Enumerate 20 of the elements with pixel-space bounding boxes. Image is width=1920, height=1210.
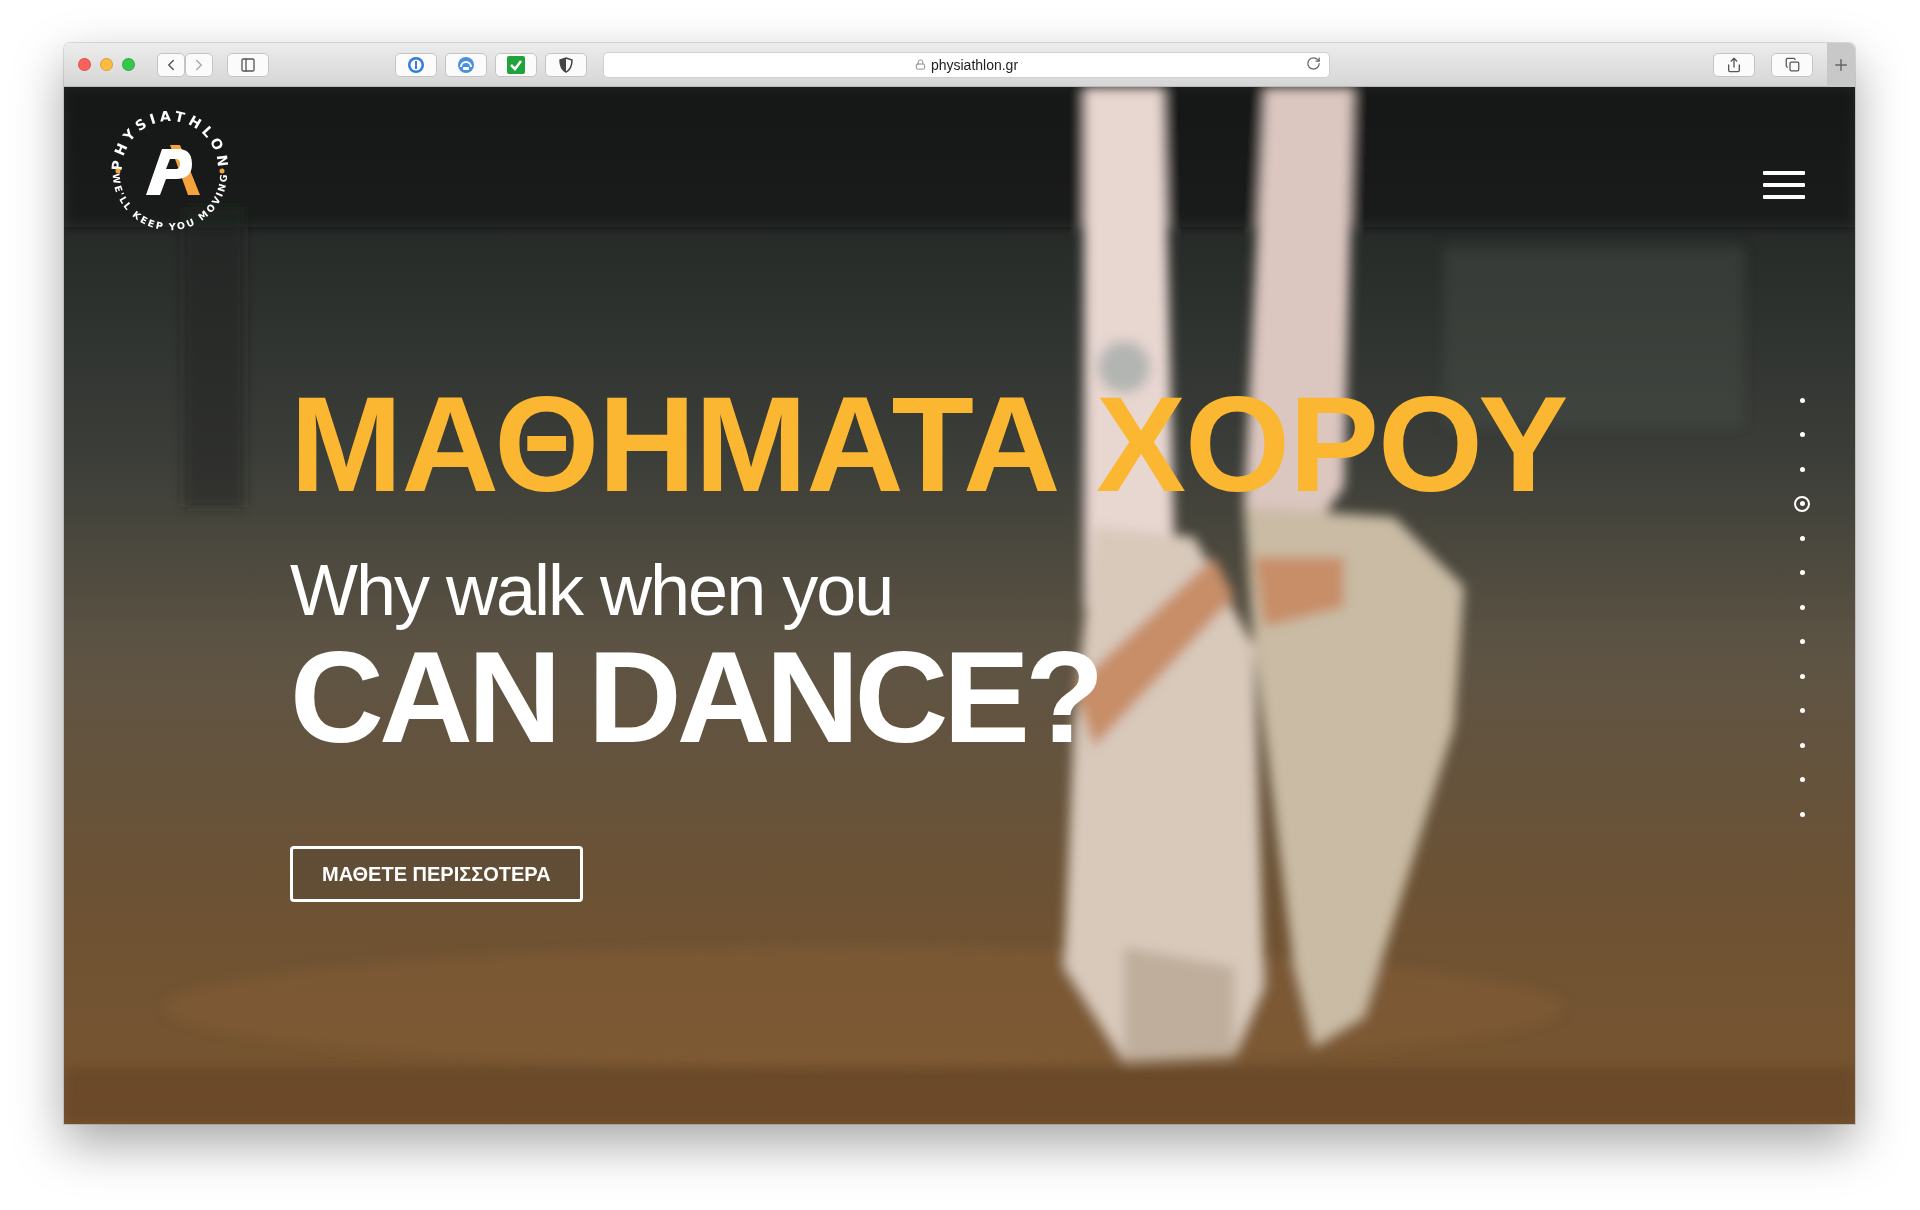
url-text: physiathlon.gr (930, 56, 1019, 73)
sidebar-icon (240, 56, 256, 73)
address-bar[interactable]: physiathlon.gr (603, 51, 1330, 78)
back-button[interactable] (157, 52, 185, 77)
tabs-button[interactable] (1771, 52, 1813, 77)
share-button[interactable] (1713, 52, 1755, 77)
reload-button[interactable] (1306, 55, 1321, 71)
menu-button[interactable] (1763, 171, 1805, 199)
share-icon (1726, 56, 1742, 73)
extension-button[interactable] (395, 52, 437, 77)
close-button[interactable] (78, 58, 91, 71)
slide-dot[interactable] (1794, 495, 1810, 512)
hero-headline: CAN DANCE? (290, 632, 1100, 762)
learn-more-button[interactable]: ΜΑΘΕΤΕ ΠΕΡΙΣΣΟΤΕΡΑ (290, 846, 583, 902)
sidebar-button[interactable] (227, 52, 269, 77)
checkmark-icon (507, 55, 525, 74)
shield-icon (559, 56, 573, 73)
tabs-icon (1784, 57, 1800, 72)
lock-icon (914, 59, 926, 70)
extension-button[interactable] (545, 52, 587, 77)
